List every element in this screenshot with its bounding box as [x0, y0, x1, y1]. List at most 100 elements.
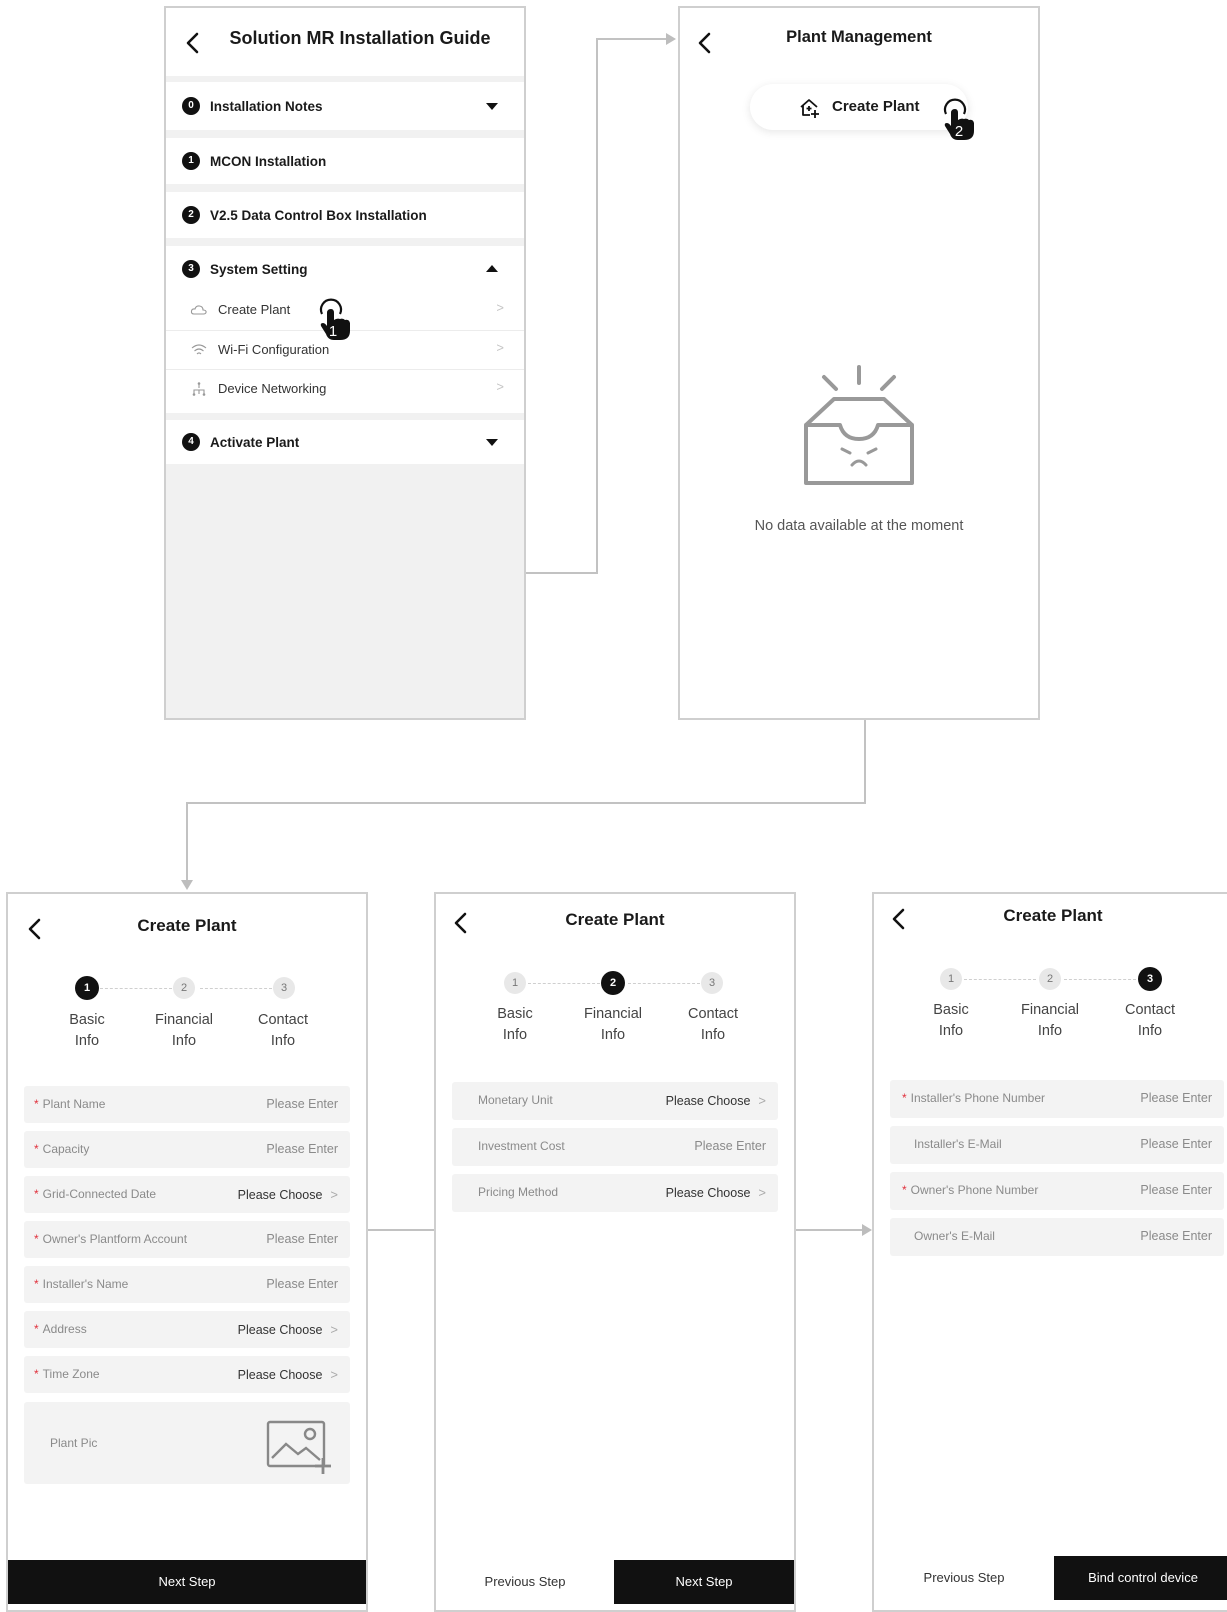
chevron-right-icon: > [496, 300, 504, 315]
page-title: Plant Management [786, 28, 932, 46]
step-label-line: Contact [688, 1006, 738, 1022]
caret-down-icon [486, 439, 498, 446]
sub-item-label: Create Plant [218, 302, 291, 317]
step-connector [964, 979, 1036, 980]
field-label: * Address [34, 1322, 87, 1336]
required-mark: * [34, 1142, 39, 1156]
previous-step-button[interactable]: Previous Step [436, 1560, 614, 1604]
required-mark: * [34, 1232, 39, 1246]
field-label-text: Installer's Name [42, 1277, 129, 1291]
owner-phone-field[interactable]: * Owner's Phone Number Please Enter [890, 1172, 1224, 1210]
section-mcon-installation[interactable]: 1 MCON Installation [166, 138, 524, 184]
installer-email-field[interactable]: Installer's E-Mail Please Enter [890, 1126, 1224, 1164]
investment-cost-field[interactable]: Investment Cost Please Enter [452, 1128, 778, 1166]
owner-platform-account-field[interactable]: * Owner's Plantform Account Please Enter [24, 1221, 350, 1258]
field-value: Please Choose > [666, 1093, 766, 1108]
section-data-control-box[interactable]: 2 V2.5 Data Control Box Installation [166, 192, 524, 238]
plant-name-field[interactable]: * Plant Name Please Enter [24, 1086, 350, 1123]
field-value-text: Please Choose [237, 1368, 323, 1382]
installation-guide-screen: Solution MR Installation Guide 0 Install… [164, 6, 526, 720]
address-field[interactable]: * Address Please Choose > [24, 1311, 350, 1348]
flow-connector [186, 802, 188, 880]
step-2-label: Financial Info [139, 1010, 229, 1052]
flow-arrow-right [666, 33, 676, 45]
field-label: Installer's E-Mail [914, 1137, 1002, 1151]
flow-connector [864, 720, 866, 804]
step-label-line: Info [938, 1023, 964, 1039]
flow-connector [368, 1229, 434, 1231]
sub-item-label: Device Networking [218, 381, 327, 396]
plant-management-screen: Plant Management Create Plant 2 No data … [678, 6, 1040, 720]
field-value-text: Please Choose [665, 1094, 751, 1108]
field-label: * Installer's Name [34, 1277, 128, 1291]
sub-item-device-networking[interactable]: Device Networking > [166, 369, 524, 409]
step-connector [200, 988, 272, 989]
field-label-text: Installer's Phone Number [910, 1091, 1046, 1105]
capacity-field[interactable]: * Capacity Please Enter [24, 1131, 350, 1168]
field-placeholder: Please Enter [1140, 1183, 1212, 1197]
section-label[interactable]: System Setting [210, 262, 308, 277]
section-activate-plant[interactable]: 4 Activate Plant [166, 420, 524, 464]
step-3-indicator: 3 [273, 977, 295, 999]
caret-down-icon [486, 103, 498, 110]
field-value: Please Choose > [238, 1322, 338, 1337]
field-label-text: Capacity [42, 1142, 90, 1156]
empty-box-icon [804, 365, 914, 485]
step-label-line: Info [502, 1027, 528, 1043]
owner-email-field[interactable]: Owner's E-Mail Please Enter [890, 1218, 1224, 1256]
time-zone-field[interactable]: * Time Zone Please Choose > [24, 1356, 350, 1393]
field-value: Please Choose > [666, 1185, 766, 1200]
chevron-right-icon: > [758, 1185, 766, 1200]
bind-control-device-button[interactable]: Bind control device [1054, 1556, 1227, 1600]
create-plant-button[interactable]: Create Plant [750, 84, 968, 130]
chevron-right-icon: > [758, 1093, 766, 1108]
section-installation-notes[interactable]: 0 Installation Notes [166, 82, 524, 130]
grid-connected-date-field[interactable]: * Grid-Connected Date Please Choose > [24, 1176, 350, 1213]
step-1-indicator: 1 [75, 976, 99, 1000]
required-mark: * [902, 1183, 907, 1197]
step-3-label: Contact Info [1105, 1000, 1195, 1042]
step-label-line: Info [74, 1033, 100, 1049]
cloud-icon [190, 305, 207, 315]
step-label-line: Contact [258, 1012, 308, 1028]
field-placeholder: Please Enter [694, 1139, 766, 1153]
previous-step-button[interactable]: Previous Step [874, 1556, 1054, 1600]
step-number-badge: 1 [182, 152, 200, 170]
installer-phone-field[interactable]: * Installer's Phone Number Please Enter [890, 1080, 1224, 1118]
required-mark: * [34, 1367, 39, 1381]
sub-item-label: Wi-Fi Configuration [218, 342, 330, 357]
step-number-badge: 3 [182, 260, 200, 278]
step-1-label: Basic Info [906, 1000, 996, 1042]
field-label: * Owner's Phone Number [902, 1183, 1038, 1197]
flow-arrow-down [181, 880, 193, 890]
field-value: Please Choose > [238, 1367, 338, 1382]
step-connector [100, 988, 172, 989]
next-step-button[interactable]: Next Step [8, 1560, 366, 1604]
section-label: Installation Notes [210, 99, 323, 114]
add-image-icon[interactable] [266, 1420, 332, 1474]
flow-arrow-right [862, 1224, 872, 1236]
field-label: * Capacity [34, 1142, 89, 1156]
field-label: * Time Zone [34, 1367, 100, 1381]
field-placeholder: Please Enter [1140, 1091, 1212, 1105]
required-mark: * [34, 1322, 39, 1336]
step-label-line: Basic [933, 1002, 969, 1018]
step-label-line: Basic [497, 1006, 533, 1022]
tap-marker-number: 1 [329, 323, 337, 340]
monetary-unit-field[interactable]: Monetary Unit Please Choose > [452, 1082, 778, 1120]
page-title: Create Plant [1003, 906, 1103, 925]
step-1-label: Basic Info [470, 1004, 560, 1046]
field-value-text: Please Choose [237, 1323, 323, 1337]
field-label: Monetary Unit [478, 1093, 553, 1107]
next-step-button[interactable]: Next Step [614, 1560, 794, 1604]
flow-connector [596, 38, 666, 40]
step-2-label: Financial Info [1005, 1000, 1095, 1042]
caret-up-icon[interactable] [486, 265, 498, 272]
pricing-method-field[interactable]: Pricing Method Please Choose > [452, 1174, 778, 1212]
chevron-right-icon: > [330, 1187, 338, 1202]
field-placeholder: Please Enter [266, 1277, 338, 1291]
installer-name-field[interactable]: * Installer's Name Please Enter [24, 1266, 350, 1303]
field-label: * Installer's Phone Number [902, 1091, 1045, 1105]
required-mark: * [34, 1277, 39, 1291]
flow-connector [796, 1229, 862, 1231]
